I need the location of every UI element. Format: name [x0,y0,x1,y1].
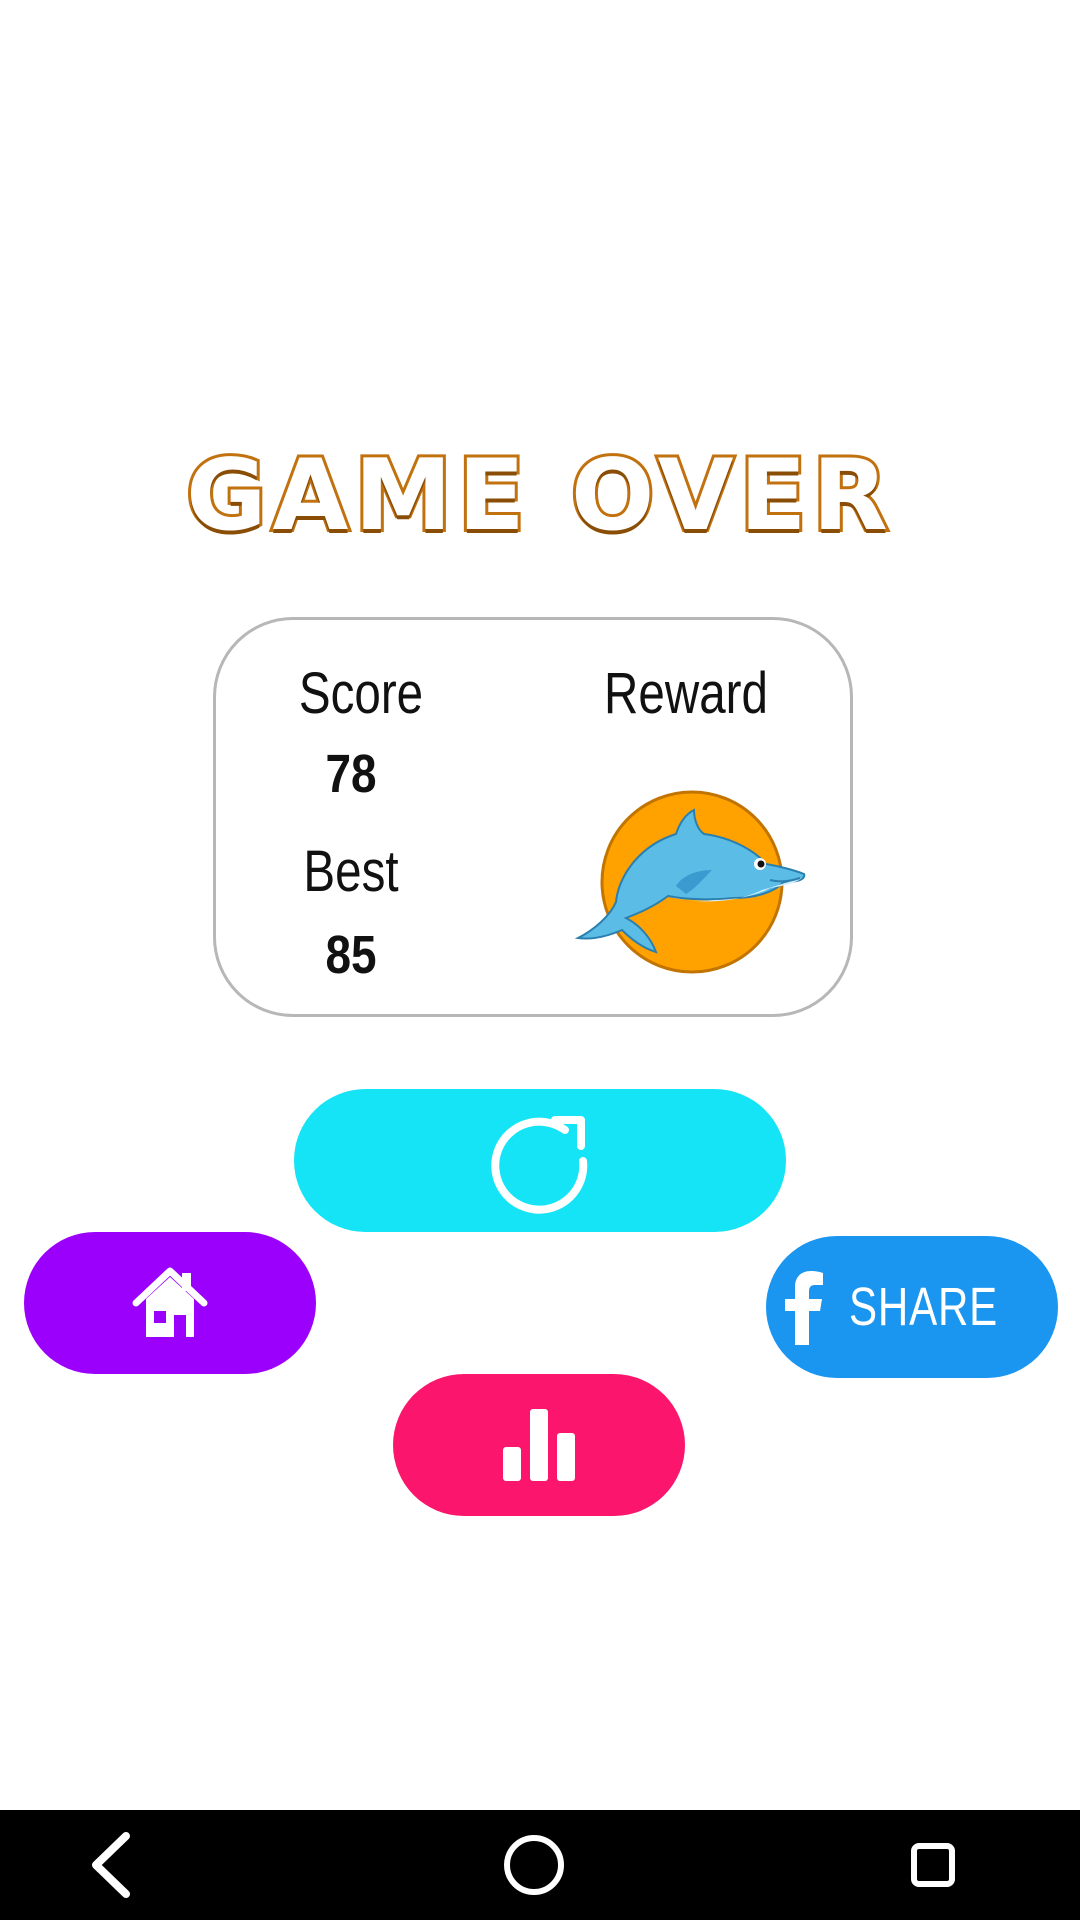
facebook-icon [785,1271,824,1345]
leaderboard-button[interactable] [393,1374,685,1516]
home-button[interactable] [24,1232,316,1374]
game-over-title: GAME OVER [183,436,894,556]
reward-label: Reward [604,661,768,726]
bar-chart-icon [503,1409,575,1481]
restart-button[interactable] [294,1089,786,1232]
system-navigation-bar [0,1810,1080,1920]
nav-home-button[interactable] [474,1810,594,1920]
nav-recents-button[interactable] [873,1810,993,1920]
facebook-share-button[interactable]: SHARE [766,1236,1058,1378]
recents-icon [911,1843,955,1887]
share-label: SHARE [849,1277,999,1337]
nav-back-button[interactable] [52,1810,172,1920]
restart-icon [491,1115,588,1214]
best-label: Best [303,839,399,904]
home-icon [132,1267,208,1337]
score-value: 78 [325,744,377,804]
home-circle-icon [504,1835,564,1895]
score-label: Score [298,661,424,726]
best-value: 85 [325,925,377,985]
back-icon [92,1832,130,1898]
score-card: Score 78 Best 85 Reward [213,617,853,1017]
dolphin-medal-icon [574,790,806,974]
